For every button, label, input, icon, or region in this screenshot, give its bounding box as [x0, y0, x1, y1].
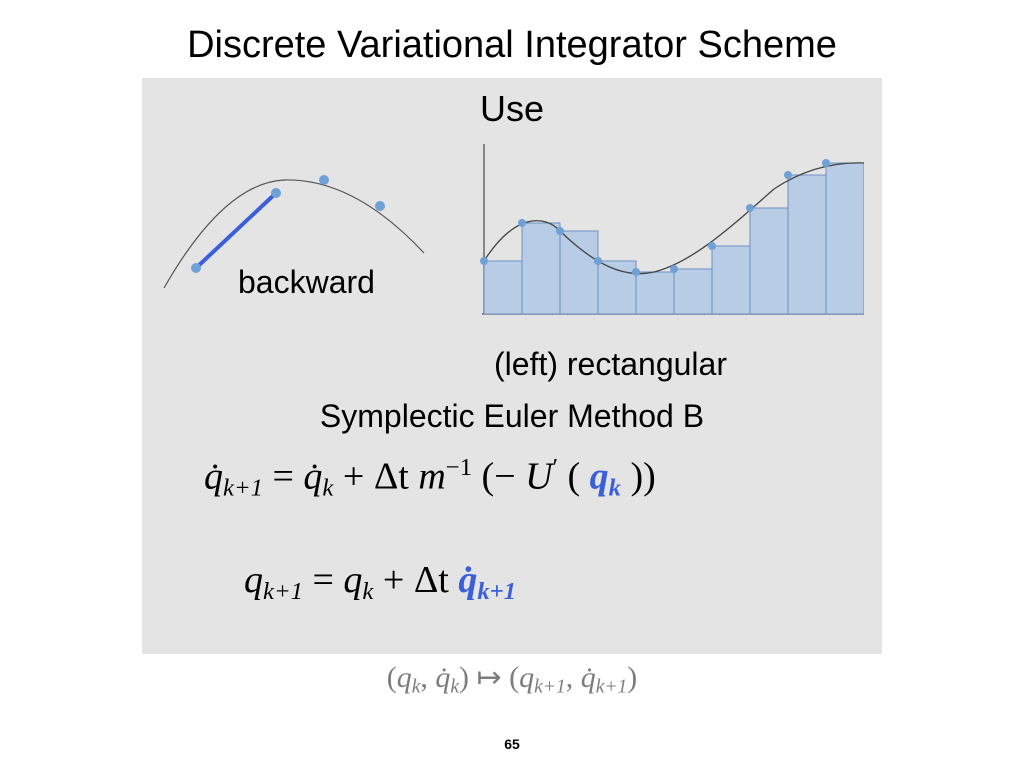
- eq1-close: )): [631, 456, 656, 498]
- map-qd2: q̇: [581, 661, 596, 694]
- map-close2: ): [627, 661, 637, 694]
- map-sep2: ,: [566, 661, 581, 694]
- eq2-sub2: k: [362, 578, 373, 605]
- map-sep1: ,: [420, 661, 435, 694]
- backward-label: backward: [238, 264, 375, 301]
- eq1-equals: =: [272, 456, 303, 498]
- eq1-m: m: [418, 456, 445, 498]
- map-arrow: ↦: [469, 661, 509, 694]
- use-label: Use: [142, 88, 882, 130]
- map-q2-sub: k+1: [534, 676, 566, 697]
- slide: Discrete Variational Integrator Scheme U…: [0, 0, 1024, 768]
- eq1-mexp: −1: [446, 454, 472, 481]
- slide-title: Discrete Variational Integrator Scheme: [0, 24, 1024, 67]
- symplectic-label: Symplectic Euler Method B: [142, 398, 882, 435]
- sample-point: [375, 201, 385, 211]
- eq2-plus: +: [383, 559, 414, 601]
- eq1-dt: Δt: [374, 456, 419, 498]
- eq1-open: (−: [482, 456, 516, 498]
- eq2-equals: =: [312, 559, 343, 601]
- eq1-qk-sub: k: [609, 474, 621, 501]
- map-close1: ): [459, 661, 469, 694]
- map-qd2-sub: k+1: [596, 676, 628, 697]
- eq1-sub: k+1: [223, 474, 263, 501]
- eq1-qk: q: [590, 456, 609, 498]
- eq2-qdot-sub: k+1: [477, 578, 516, 605]
- backward-chord: [196, 193, 276, 268]
- eq1-U: U: [525, 456, 552, 498]
- eq2-q: q: [244, 559, 263, 601]
- eq1-sub2: k: [322, 474, 333, 501]
- rectangular-diagram: [464, 144, 864, 324]
- rectangular-label: (left) rectangular: [494, 346, 727, 383]
- eq1-plus: +: [343, 456, 374, 498]
- map-q2: q: [519, 661, 534, 694]
- sample-point: [191, 263, 201, 273]
- map-qd1-sub: k: [450, 676, 459, 697]
- eq2-qk: q: [343, 559, 362, 601]
- mapsto-line: (qk, q̇k) ↦ (qk+1, q̇k+1): [0, 660, 1024, 698]
- eq1-qdotk: q̇: [303, 456, 322, 498]
- eq2-qdot: q̇: [458, 559, 477, 601]
- riemann-bars: [484, 163, 864, 314]
- sample-point: [271, 188, 281, 198]
- eq1-prime: ′: [553, 454, 558, 481]
- map-open1: (: [387, 661, 397, 694]
- sample-point: [319, 175, 329, 185]
- eq2-sub: k+1: [263, 578, 303, 605]
- content-panel: Use backward: [142, 78, 882, 654]
- map-qd1: q̇: [435, 661, 450, 694]
- eq2-dt: Δt: [414, 559, 459, 601]
- eq1-qdot: q̇: [204, 456, 223, 498]
- map-open2: (: [509, 661, 519, 694]
- equation-2: qk+1 = qk + Δt q̇k+1: [244, 558, 516, 606]
- map-q1: q: [397, 661, 412, 694]
- equation-1: q̇k+1 = q̇k + Δt m−1 (− U′ ( qk )): [204, 454, 820, 502]
- page-number: 65: [0, 736, 1024, 752]
- eq1-paren: (: [568, 456, 581, 498]
